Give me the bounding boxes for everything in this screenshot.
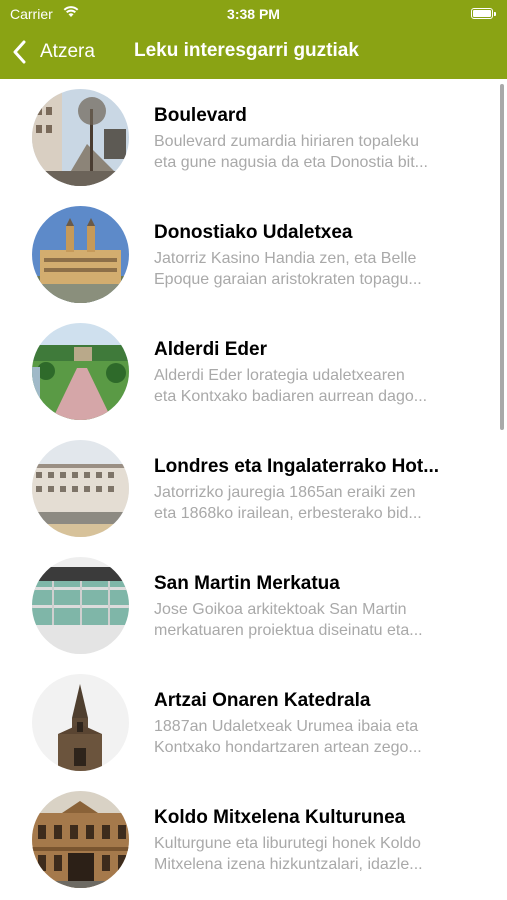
list-item[interactable]: Boulevard Boulevard zumardia hiriaren to… — [0, 79, 507, 196]
item-description: Jatorrizko jauregia 1865an eraiki zen et… — [154, 484, 422, 522]
item-title: Boulevard — [154, 105, 247, 126]
item-description: Jose Goikoa arkitektoak San Martin merka… — [154, 601, 423, 639]
item-title: San Martin Merkatua — [154, 573, 340, 594]
item-title: Artzai Onaren Katedrala — [154, 690, 371, 711]
katedrala-thumbnail — [32, 674, 129, 771]
vertical-scrollbar[interactable] — [500, 84, 504, 430]
back-label: Atzera — [40, 41, 95, 62]
boulevard-thumbnail — [32, 89, 129, 186]
status-bar: Carrier 3:38 PM — [0, 0, 507, 28]
item-description: Alderdi Eder lorategia udaletxearen eta … — [154, 367, 428, 405]
places-list[interactable]: Boulevard Boulevard zumardia hiriaren to… — [0, 79, 507, 900]
page-title: Leku interesgarri guztiak — [134, 40, 359, 61]
item-title: Donostiako Udaletxea — [154, 222, 353, 243]
list-item[interactable]: Koldo Mitxelena Kulturunea Kulturgune et… — [0, 781, 507, 898]
list-item[interactable]: Londres eta Ingalaterrako Hot... Jatorri… — [0, 430, 507, 547]
item-description: Kulturgune eta liburutegi honek Koldo Mi… — [154, 835, 423, 873]
udaletxea-thumbnail — [32, 206, 129, 303]
item-description: Boulevard zumardia hiriaren topaleku eta… — [154, 133, 428, 171]
list-item[interactable]: Artzai Onaren Katedrala 1887an Udaletxea… — [0, 664, 507, 781]
hotel-londres-thumbnail — [32, 440, 129, 537]
alderdi-eder-thumbnail — [32, 323, 129, 420]
back-button[interactable]: Atzera — [12, 36, 95, 68]
item-title: Londres eta Ingalaterrako Hot... — [154, 456, 440, 477]
item-description: 1887an Udaletxeak Urumea ibaia eta Kontx… — [154, 718, 422, 756]
item-title: Alderdi Eder — [154, 339, 267, 360]
item-title: Koldo Mitxelena Kulturunea — [154, 807, 406, 828]
item-description: Jatorriz Kasino Handia zen, eta Belle Ep… — [154, 250, 422, 288]
battery-icon — [471, 8, 496, 19]
nav-bar: Atzera Leku interesgarri guztiak — [0, 28, 507, 79]
list-item[interactable]: Donostiako Udaletxea Jatorriz Kasino Han… — [0, 196, 507, 313]
san-martin-thumbnail — [32, 557, 129, 654]
chevron-left-icon — [13, 40, 26, 64]
navigation-header: Carrier 3:38 PM Atzera Leku interesgarri… — [0, 0, 507, 79]
clock-label: 3:38 PM — [227, 6, 280, 22]
list-item[interactable]: San Martin Merkatua Jose Goikoa arkitekt… — [0, 547, 507, 664]
koldo-mitxelena-thumbnail — [32, 791, 129, 888]
list-item[interactable]: Alderdi Eder Alderdi Eder lorategia udal… — [0, 313, 507, 430]
